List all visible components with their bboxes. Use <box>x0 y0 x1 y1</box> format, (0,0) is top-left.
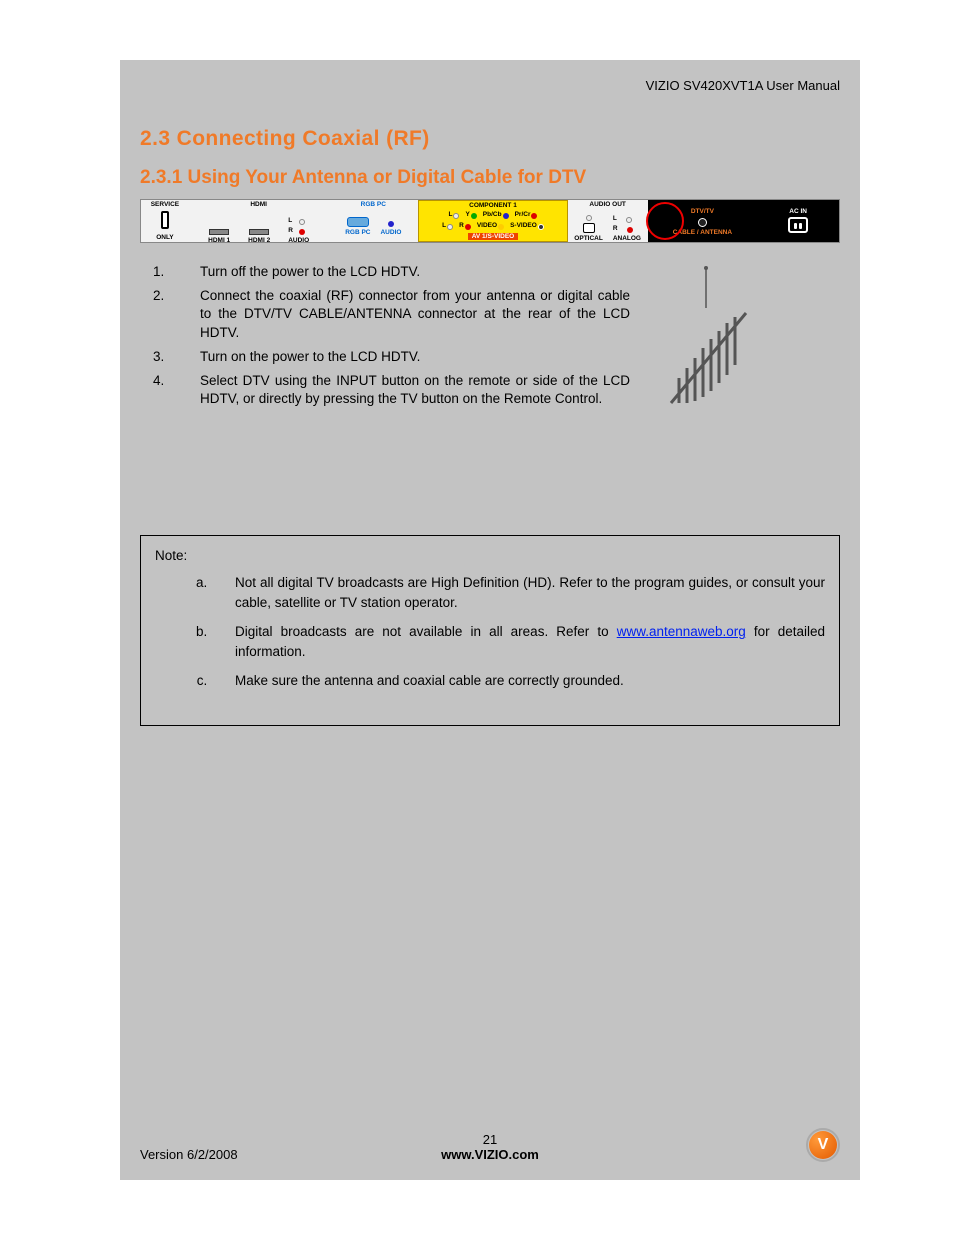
service-port-icon <box>161 211 169 229</box>
av1s-label: AV 1/S-VIDEO <box>468 233 519 240</box>
av-l-label: L <box>442 223 446 230</box>
c-l-icon <box>453 213 459 219</box>
y-label: Y <box>465 212 469 219</box>
pr-icon <box>531 213 537 219</box>
r-label: R <box>288 228 293 235</box>
step-2: Connect the coaxial (RF) connector from … <box>168 287 630 342</box>
hdmi-label: HDMI <box>250 202 267 209</box>
analog-r-icon <box>627 227 633 233</box>
hdmi2-port-icon <box>249 229 269 235</box>
rgb-audio-icon <box>388 221 394 227</box>
step-3: Turn on the power to the LCD HDTV. <box>168 348 630 366</box>
notes-list: Not all digital TV broadcasts are High D… <box>155 573 825 691</box>
audio-l-icon <box>299 219 305 225</box>
video-label: VIDEO <box>477 223 497 230</box>
antenna-icon <box>651 263 761 413</box>
svideo-label: S-VIDEO <box>510 223 537 230</box>
video-icon <box>498 224 504 230</box>
ac-in-label: AC IN <box>789 209 807 216</box>
dtvtv-label: DTV/TV <box>691 208 714 215</box>
vizio-logo-icon: V <box>806 1128 840 1162</box>
ac-in-port-icon <box>788 217 808 233</box>
only-label: ONLY <box>156 234 173 241</box>
note-b-pre: Digital broadcasts are not available in … <box>235 624 617 639</box>
rgb-pc-label: RGB PC <box>345 229 370 236</box>
analog-l-icon <box>626 217 632 223</box>
step-4: Select DTV using the INPUT button on the… <box>168 372 630 408</box>
av-r-icon <box>465 224 471 230</box>
service-label: SERVICE <box>151 202 179 209</box>
heading-2-3: 2.3 Connecting Coaxial (RF) <box>140 127 840 151</box>
optical-icon <box>583 223 595 233</box>
l-label: L <box>288 218 292 225</box>
antenna-illustration <box>646 263 766 413</box>
rear-connector-panel-diagram: SERVICE ONLY HDMI HDMI 1 HDMI 2 L R AUDI… <box>140 199 840 243</box>
optical-label: OPTICAL <box>574 235 603 242</box>
av-l-icon <box>447 224 453 230</box>
highlight-circle-icon <box>646 202 684 240</box>
ao-l-label: L <box>613 216 617 223</box>
audio-label: AUDIO <box>288 237 309 244</box>
note-box: Note: Not all digital TV broadcasts are … <box>140 535 840 726</box>
page: VIZIO SV420XVT1A User Manual 2.3 Connect… <box>120 60 860 1180</box>
coax-port-icon <box>698 218 707 227</box>
footer-url: www.VIZIO.com <box>140 1147 840 1162</box>
y-icon <box>471 213 477 219</box>
audio-r-icon <box>299 229 305 235</box>
note-a: Not all digital TV broadcasts are High D… <box>211 573 825 612</box>
component1-label: COMPONENT 1 <box>469 203 517 210</box>
audio-out-label: AUDIO OUT <box>589 202 625 209</box>
instructions-row: Turn off the power to the LCD HDTV. Conn… <box>140 263 840 415</box>
pb-label: Pb/Cb <box>483 212 502 219</box>
doc-title: VIZIO SV420XVT1A User Manual <box>140 78 840 93</box>
step-1: Turn off the power to the LCD HDTV. <box>168 263 630 281</box>
pr-label: Pr/Cr <box>515 212 531 219</box>
rgb-audio-label: AUDIO <box>380 229 401 236</box>
ao-l-icon <box>586 215 592 221</box>
note-title: Note: <box>155 546 825 566</box>
hdmi2-label: HDMI 2 <box>248 237 270 244</box>
page-number: 21 <box>140 1132 840 1147</box>
steps-list: Turn off the power to the LCD HDTV. Conn… <box>140 263 630 415</box>
c-l-label: L <box>448 212 452 219</box>
page-footer: Version 6/2/2008 21 www.VIZIO.com V <box>140 1128 840 1162</box>
antennaweb-link[interactable]: www.antennaweb.org <box>617 624 746 639</box>
analog-label: ANALOG <box>613 235 641 242</box>
vga-port-icon <box>347 217 369 227</box>
ao-r-label: R <box>613 226 618 233</box>
rgb-pc-label-top: RGB PC <box>361 202 386 209</box>
av-r-label: R <box>459 223 464 230</box>
svideo-icon <box>538 224 544 230</box>
heading-2-3-1: 2.3.1 Using Your Antenna or Digital Cabl… <box>140 167 840 189</box>
hdmi1-label: HDMI 1 <box>208 237 230 244</box>
hdmi1-port-icon <box>209 229 229 235</box>
note-b: Digital broadcasts are not available in … <box>211 622 825 661</box>
pb-icon <box>503 213 509 219</box>
note-c: Make sure the antenna and coaxial cable … <box>211 671 825 691</box>
